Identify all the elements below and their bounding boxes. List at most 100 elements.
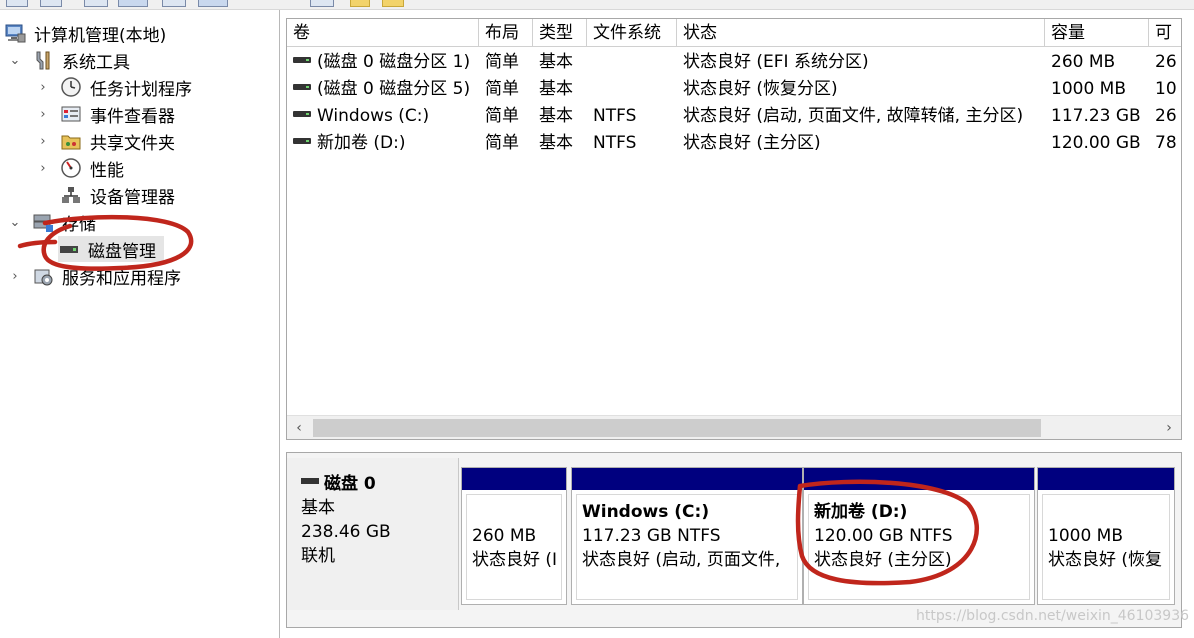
- layout-cell: 简单: [485, 133, 519, 153]
- volume-name: (磁盘 0 磁盘分区 5): [317, 79, 471, 99]
- performance-icon: [60, 157, 82, 179]
- partition-status: 状态良好 (I: [472, 550, 558, 570]
- table-row[interactable]: Windows (C:) 简单 基本 NTFS 状态良好 (启动, 页面文件, …: [287, 103, 1181, 130]
- tree-label: 共享文件夹: [90, 133, 175, 154]
- tree-item-device-manager[interactable]: 设备管理器: [60, 182, 175, 208]
- free-cell: 78: [1155, 133, 1177, 153]
- volume-name: Windows (C:): [317, 106, 430, 126]
- scroll-left-icon[interactable]: ‹: [287, 416, 311, 439]
- tree-item-system-tools[interactable]: ⌄ 系统工具: [8, 47, 130, 73]
- disk-map: 磁盘 0 基本 238.46 GB 联机 260 MB 状态良好 (I Wind…: [286, 452, 1182, 628]
- partition-title: 新加卷 (D:): [814, 502, 908, 522]
- status-cell: 状态良好 (恢复分区): [683, 79, 838, 99]
- column-header-free[interactable]: 可: [1149, 19, 1181, 47]
- disk-kind: 基本: [301, 498, 335, 518]
- volume-name: (磁盘 0 磁盘分区 1): [317, 52, 471, 72]
- disk-icon: [301, 478, 319, 484]
- filesystem-cell: [587, 76, 677, 103]
- type-cell: 基本: [539, 106, 573, 126]
- properties-button[interactable]: [162, 0, 186, 7]
- shared-folder-icon: [60, 130, 82, 152]
- column-header-status[interactable]: 状态: [677, 19, 1045, 47]
- layout-cell: 简单: [485, 52, 519, 72]
- back-button[interactable]: [6, 0, 28, 7]
- chevron-right-icon[interactable]: ›: [36, 107, 50, 122]
- settings-button[interactable]: [382, 0, 404, 7]
- tree-label: 服务和应用程序: [62, 268, 181, 289]
- tree-item-task-scheduler[interactable]: › 任务计划程序: [36, 74, 192, 100]
- capacity-cell: 1000 MB: [1051, 79, 1126, 99]
- volume-cell: (磁盘 0 磁盘分区 5): [287, 76, 479, 103]
- chevron-down-icon[interactable]: ⌄: [8, 215, 22, 230]
- tree-item-disk-management[interactable]: 磁盘管理: [58, 236, 164, 262]
- volume-icon: [293, 84, 311, 90]
- type-cell: 基本: [539, 52, 573, 72]
- event-viewer-icon: [60, 103, 82, 125]
- tree-item-computer-management[interactable]: 计算机管理(本地): [4, 20, 166, 46]
- partition-status: 状态良好 (主分区): [814, 550, 952, 570]
- refresh-button[interactable]: [310, 0, 334, 7]
- tree-item-event-viewer[interactable]: › 事件查看器: [36, 101, 175, 127]
- tools-icon: [32, 49, 54, 71]
- disk-state: 联机: [301, 546, 335, 566]
- tree-label: 事件查看器: [90, 106, 175, 127]
- partition-body: 新加卷 (D:) 120.00 GB NTFS 状态良好 (主分区): [814, 500, 1030, 572]
- table-row[interactable]: (磁盘 0 磁盘分区 5) 简单 基本 状态良好 (恢复分区) 1000 MB …: [287, 76, 1181, 103]
- column-header-volume[interactable]: 卷: [287, 19, 479, 47]
- tree-label: 磁盘管理: [88, 241, 156, 262]
- partition-d[interactable]: 新加卷 (D:) 120.00 GB NTFS 状态良好 (主分区): [803, 467, 1035, 605]
- partition-body: Windows (C:) 117.23 GB NTFS 状态良好 (启动, 页面…: [582, 500, 798, 572]
- chevron-right-icon[interactable]: ›: [8, 269, 22, 284]
- chevron-right-icon[interactable]: ›: [36, 134, 50, 149]
- chevron-down-icon[interactable]: ⌄: [8, 53, 22, 68]
- toolbar: [0, 0, 1194, 10]
- volume-cell: 新加卷 (D:): [287, 130, 479, 157]
- forward-button[interactable]: [40, 0, 62, 7]
- free-cell: 26: [1155, 106, 1177, 126]
- partition-bar: [804, 468, 1034, 490]
- partition-bar: [1038, 468, 1174, 490]
- partition-c[interactable]: Windows (C:) 117.23 GB NTFS 状态良好 (启动, 页面…: [571, 467, 803, 605]
- computer-icon: [4, 22, 26, 44]
- services-icon: [32, 265, 54, 287]
- clock-icon: [60, 76, 82, 98]
- table-row[interactable]: 新加卷 (D:) 简单 基本 NTFS 状态良好 (主分区) 120.00 GB…: [287, 130, 1181, 157]
- type-cell: 基本: [539, 133, 573, 153]
- export-button[interactable]: [350, 0, 370, 7]
- partition-recovery[interactable]: 1000 MB 状态良好 (恢复: [1037, 467, 1175, 605]
- horizontal-scrollbar[interactable]: ‹ ›: [287, 415, 1181, 439]
- layout-cell: 简单: [485, 106, 519, 126]
- status-cell: 状态良好 (启动, 页面文件, 故障转储, 主分区): [683, 106, 1024, 126]
- scrollbar-thumb[interactable]: [313, 419, 1041, 437]
- partition-status: 状态良好 (启动, 页面文件,: [582, 550, 781, 570]
- tree-item-performance[interactable]: › 性能: [36, 155, 124, 181]
- tree-label: 存储: [62, 214, 96, 235]
- partition-bar: [462, 468, 566, 490]
- column-header-type[interactable]: 类型: [533, 19, 587, 47]
- partition-efi[interactable]: 260 MB 状态良好 (I: [461, 467, 567, 605]
- filesystem-cell: NTFS: [593, 106, 637, 126]
- show-hide-tree-button[interactable]: [118, 0, 148, 7]
- watermark: https://blog.csdn.net/weixin_46103936: [916, 608, 1190, 624]
- chevron-right-icon[interactable]: ›: [36, 161, 50, 176]
- up-button[interactable]: [84, 0, 108, 7]
- chevron-right-icon[interactable]: ›: [36, 80, 50, 95]
- column-header-layout[interactable]: 布局: [479, 19, 533, 47]
- tree-item-storage[interactable]: ⌄ 存储: [8, 209, 96, 235]
- table-row[interactable]: (磁盘 0 磁盘分区 1) 简单 基本 状态良好 (EFI 系统分区) 260 …: [287, 49, 1181, 76]
- tree-label: 性能: [90, 160, 124, 181]
- partition-size: 120.00 GB NTFS: [814, 526, 953, 546]
- layout-cell: 简单: [485, 79, 519, 99]
- tree-item-services-applications[interactable]: › 服务和应用程序: [8, 263, 181, 289]
- column-header-capacity[interactable]: 容量: [1045, 19, 1149, 47]
- tree-item-shared-folders[interactable]: › 共享文件夹: [36, 128, 175, 154]
- column-header-filesystem[interactable]: 文件系统: [587, 19, 677, 47]
- disk-info[interactable]: 磁盘 0 基本 238.46 GB 联机: [287, 458, 459, 610]
- disk-name: 磁盘 0: [324, 474, 376, 494]
- volume-cell: Windows (C:): [287, 103, 479, 130]
- volume-icon: [293, 138, 311, 144]
- free-cell: 10: [1155, 79, 1177, 99]
- scroll-right-icon[interactable]: ›: [1157, 416, 1181, 439]
- help-button[interactable]: [198, 0, 228, 7]
- capacity-cell: 260 MB: [1051, 52, 1116, 72]
